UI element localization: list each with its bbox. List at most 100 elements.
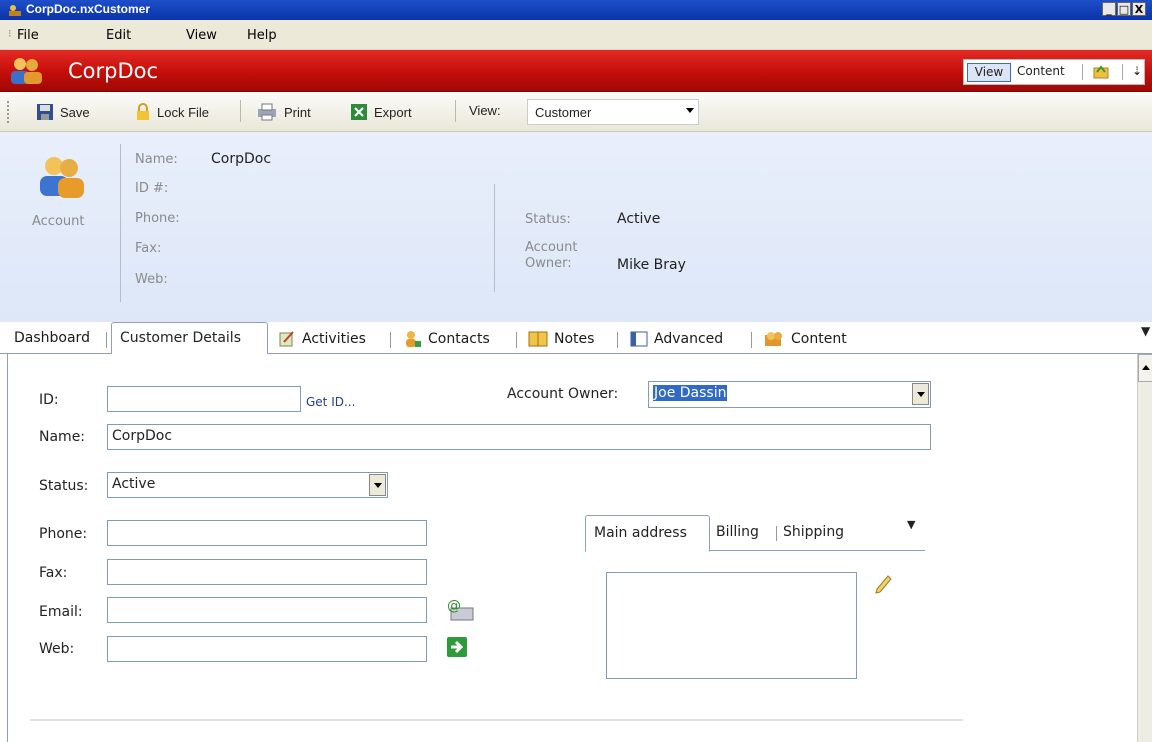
print-button[interactable]: Print [256, 103, 311, 121]
save-icon [37, 104, 53, 120]
fax-label: Fax: [39, 565, 68, 581]
header-web-label: Web: [135, 272, 168, 287]
tab-dashboard[interactable]: Dashboard [14, 330, 90, 346]
header-divider-2 [494, 184, 495, 292]
title-bar: CorpDoc.nxCustomer _ □ X [0, 0, 1152, 20]
tab-contacts-label: Contacts [428, 331, 490, 347]
vertical-scrollbar[interactable] [1137, 354, 1152, 742]
brand-bar: CorpDoc View Content ⇣ [0, 50, 1152, 92]
tab-advanced[interactable]: Advanced [630, 330, 723, 348]
status-value: Active [112, 476, 156, 492]
chevron-down-icon[interactable] [369, 474, 386, 496]
activities-icon [279, 331, 294, 347]
print-label: Print [284, 104, 311, 120]
scroll-up-button[interactable] [1138, 354, 1152, 382]
people-icon [11, 58, 42, 84]
go-arrow-icon[interactable] [446, 636, 468, 658]
header-owner-value: Mike Bray [617, 257, 686, 273]
tab-advanced-label: Advanced [654, 331, 724, 347]
tab-shipping[interactable]: Shipping [783, 524, 844, 540]
save-button[interactable]: Save [36, 103, 90, 121]
toolbar-grip [7, 101, 10, 123]
window-title: CorpDoc.nxCustomer [26, 2, 151, 16]
web-input[interactable] [107, 636, 427, 662]
menu-view[interactable]: View [186, 28, 217, 43]
export-button[interactable]: Export [350, 103, 412, 121]
tab-contacts[interactable]: Contacts [404, 330, 490, 348]
view-switcher: View Content ⇣ [963, 59, 1145, 85]
email-label: Email: [39, 604, 83, 620]
tab-notes[interactable]: Notes [528, 330, 594, 348]
account-owner-value: Joe Dassin [653, 385, 728, 401]
phone-label: Phone: [39, 526, 88, 542]
fax-input[interactable] [107, 559, 427, 585]
header-owner-label-line2: Owner: [525, 256, 572, 271]
name-label: Name: [39, 429, 86, 445]
chevron-down-icon[interactable] [912, 383, 929, 405]
tab-customer-details[interactable]: Customer Details [111, 322, 268, 355]
tab-overflow-icon[interactable]: ▼ [1141, 324, 1150, 338]
maximize-button[interactable]: □ [1117, 2, 1131, 16]
header-phone-label: Phone: [135, 211, 180, 226]
pencil-icon[interactable] [874, 574, 892, 596]
menu-bar: ⁝ File Edit View Help [0, 20, 1152, 50]
lock-file-button[interactable]: Lock File [135, 103, 209, 121]
menu-edit[interactable]: Edit [106, 28, 131, 43]
account-owner-label: Account Owner: [507, 386, 619, 402]
chevron-down-icon [686, 108, 694, 113]
content-icon [765, 332, 782, 346]
close-button[interactable]: X [1132, 2, 1146, 16]
header-id-label: ID #: [135, 181, 169, 196]
id-input[interactable] [107, 386, 301, 412]
minimize-button[interactable]: _ [1102, 2, 1116, 16]
account-owner-select[interactable]: Joe Dassin [648, 381, 931, 408]
header-status-value: Active [617, 211, 661, 227]
header-name-value: CorpDoc [211, 151, 272, 167]
lock-file-label: Lock File [157, 104, 210, 120]
menu-help[interactable]: Help [247, 28, 277, 43]
brand-title: CorpDoc [68, 59, 159, 83]
print-icon [258, 103, 276, 121]
advanced-icon [630, 331, 648, 347]
menu-grip: ⁝ [8, 27, 12, 40]
header-divider [120, 144, 121, 302]
name-input[interactable]: CorpDoc [107, 424, 931, 450]
export-label: Export [374, 104, 412, 120]
get-id-link[interactable]: Get ID... [306, 395, 355, 409]
customer-details-panel [7, 354, 1137, 742]
menu-file[interactable]: File [17, 28, 39, 43]
status-label: Status: [39, 478, 89, 494]
section-divider [30, 719, 963, 721]
account-icon [40, 157, 84, 198]
view-label: View: [469, 103, 501, 118]
id-label: ID: [39, 392, 59, 408]
excel-icon [351, 104, 367, 120]
tab-notes-label: Notes [554, 331, 595, 347]
view-select-value: Customer [535, 105, 592, 120]
header-name-label: Name: [135, 152, 178, 167]
overflow-icon[interactable]: ⇣ [1132, 64, 1142, 78]
content-mode-button[interactable]: Content [1017, 64, 1065, 78]
status-select[interactable]: Active [107, 472, 388, 498]
send-email-icon[interactable]: @ [445, 596, 475, 622]
phone-input[interactable] [107, 520, 427, 546]
lock-icon [137, 103, 149, 120]
save-label: Save [60, 104, 90, 120]
app-icon [9, 5, 21, 16]
tab-billing[interactable]: Billing [716, 524, 759, 540]
svg-text:@: @ [447, 598, 461, 614]
email-input[interactable] [107, 597, 427, 623]
address-textbox[interactable] [606, 572, 857, 679]
record-header: Account Name: CorpDoc ID #: Phone: Fax: … [0, 132, 1152, 322]
tab-activities-label: Activities [302, 331, 366, 347]
tab-content[interactable]: Content [763, 330, 847, 348]
address-tabs-menu-icon[interactable]: ▼ [907, 518, 915, 531]
address-tabs: Main address Billing Shipping ▼ [585, 515, 925, 552]
tab-strip: Dashboard Customer Details Activities Co… [0, 322, 1152, 355]
tab-main-address[interactable]: Main address [585, 515, 710, 552]
tab-activities[interactable]: Activities [278, 330, 366, 348]
view-select[interactable]: Customer [527, 99, 699, 125]
view-mode-button[interactable]: View [967, 63, 1011, 82]
folder-icon[interactable] [1092, 63, 1110, 81]
web-label: Web: [39, 641, 75, 657]
